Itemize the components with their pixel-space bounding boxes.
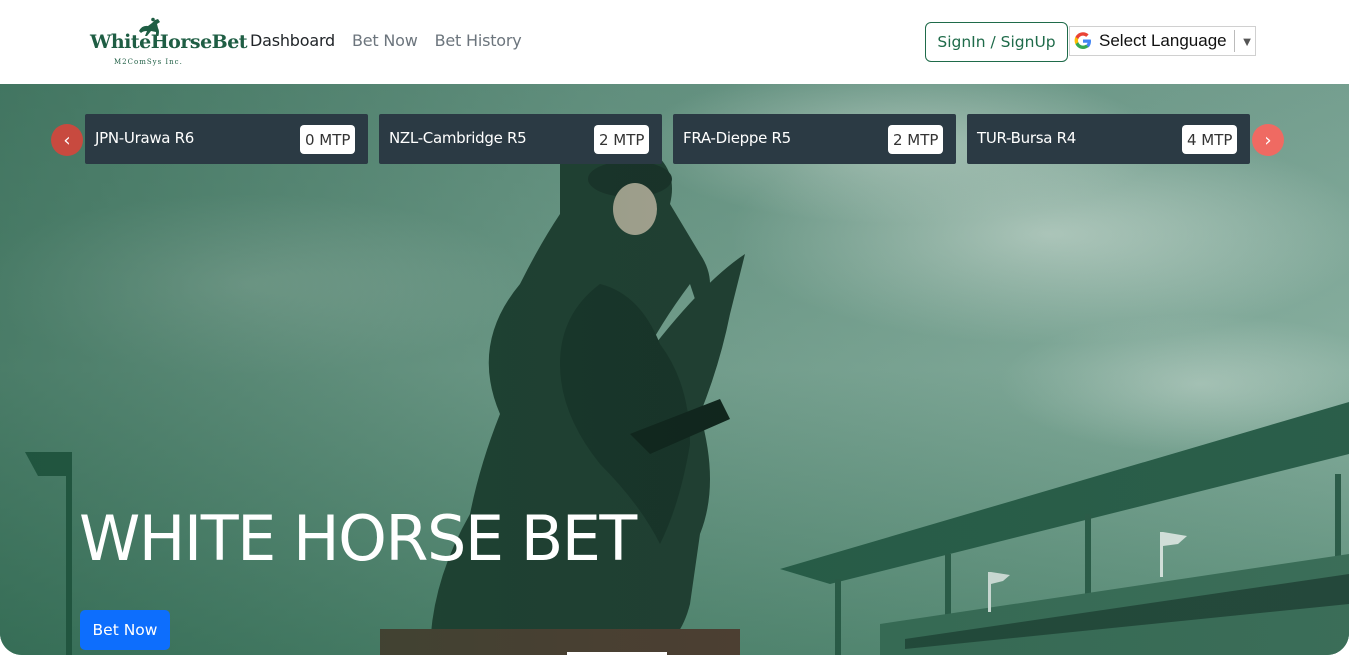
google-g-icon	[1074, 32, 1091, 49]
brand-tagline: M2ComSys Inc.	[114, 58, 183, 66]
race-mtp-badge: 0 MTP	[300, 125, 356, 154]
race-card[interactable]: JPN-Urawa R6 0 MTP	[85, 114, 368, 164]
language-label: Select Language	[1099, 31, 1227, 50]
main-nav: Dashboard Bet Now Bet History	[250, 31, 522, 50]
signin-signup-button[interactable]: SignIn / SignUp	[925, 22, 1068, 62]
chevron-right-icon: ›	[1264, 129, 1272, 151]
nav-bet-now[interactable]: Bet Now	[352, 31, 418, 50]
race-mtp-badge: 2 MTP	[888, 125, 944, 154]
race-card[interactable]: TUR-Bursa R4 4 MTP	[967, 114, 1250, 164]
top-navbar: WhiteHorseBet M2ComSys Inc. Dashboard Be…	[0, 0, 1349, 84]
language-select[interactable]: Select Language ▼	[1069, 26, 1256, 56]
chevron-left-icon: ‹	[63, 129, 71, 151]
brand-logo[interactable]: WhiteHorseBet M2ComSys Inc.	[90, 17, 248, 69]
race-name: NZL-Cambridge R5	[389, 129, 527, 147]
race-name: TUR-Bursa R4	[977, 129, 1076, 147]
hero-title: WHITE HORSE BET	[79, 502, 637, 575]
carousel-next-button[interactable]: ›	[1252, 124, 1284, 156]
race-card[interactable]: NZL-Cambridge R5 2 MTP	[379, 114, 662, 164]
hero-bet-now-button[interactable]: Bet Now	[80, 610, 170, 650]
race-mtp-badge: 2 MTP	[594, 125, 650, 154]
language-divider	[1233, 30, 1235, 52]
caret-down-icon: ▼	[1240, 33, 1254, 49]
carousel-prev-button[interactable]: ‹	[51, 124, 83, 156]
race-name: FRA-Dieppe R5	[683, 129, 791, 147]
brand-name: WhiteHorseBet	[90, 31, 248, 53]
nav-dashboard[interactable]: Dashboard	[250, 31, 335, 50]
race-card[interactable]: FRA-Dieppe R5 2 MTP	[673, 114, 956, 164]
page-frame: WhiteHorseBet M2ComSys Inc. Dashboard Be…	[0, 0, 1349, 655]
race-name: JPN-Urawa R6	[95, 129, 195, 147]
nav-bet-history[interactable]: Bet History	[435, 31, 522, 50]
race-mtp-badge: 4 MTP	[1182, 125, 1238, 154]
